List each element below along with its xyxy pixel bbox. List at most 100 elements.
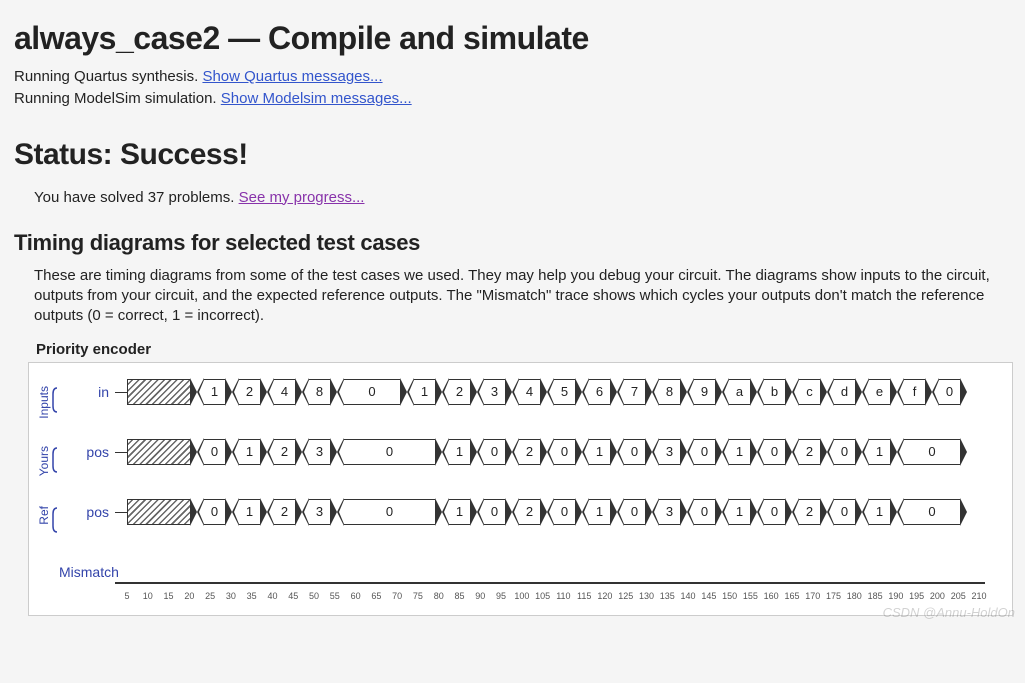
wave-segment: c bbox=[799, 379, 820, 405]
time-tick: 50 bbox=[309, 591, 319, 601]
wave-segment: 2 bbox=[274, 499, 295, 525]
wave-segment: 4 bbox=[274, 379, 295, 405]
wave-segment bbox=[127, 439, 190, 465]
timing-diagrams-heading: Timing diagrams for selected test cases bbox=[14, 230, 1011, 256]
wave-segment: 2 bbox=[519, 499, 540, 525]
wave-segment: 3 bbox=[659, 499, 680, 525]
wave-segment: 8 bbox=[309, 379, 330, 405]
wave-segment: 7 bbox=[624, 379, 645, 405]
time-tick: 165 bbox=[784, 591, 799, 601]
time-tick: 25 bbox=[205, 591, 215, 601]
time-tick: 55 bbox=[330, 591, 340, 601]
time-tick: 175 bbox=[826, 591, 841, 601]
time-tick: 40 bbox=[267, 591, 277, 601]
time-tick: 20 bbox=[184, 591, 194, 601]
wave-segment: 1 bbox=[589, 439, 610, 465]
wave-segment: 2 bbox=[799, 439, 820, 465]
time-tick: 150 bbox=[722, 591, 737, 601]
wave-segment: 6 bbox=[589, 379, 610, 405]
time-tick: 140 bbox=[681, 591, 696, 601]
timing-diagram: Inputsin12480123456789abcdef0Yourspos012… bbox=[28, 362, 1013, 616]
wave-segment: 2 bbox=[799, 499, 820, 525]
wave-segment: 1 bbox=[869, 499, 890, 525]
wave-segment: 1 bbox=[729, 439, 750, 465]
time-tick: 90 bbox=[475, 591, 485, 601]
wave-segment: 1 bbox=[414, 379, 435, 405]
wave-segment: 1 bbox=[589, 499, 610, 525]
wave-segment: 0 bbox=[624, 499, 645, 525]
wave-segment: 0 bbox=[834, 439, 855, 465]
signal-name-pos: pos bbox=[59, 444, 115, 460]
see-progress-link[interactable]: See my progress... bbox=[239, 189, 365, 206]
time-tick: 125 bbox=[618, 591, 633, 601]
time-tick: 200 bbox=[930, 591, 945, 601]
wave-segment: 0 bbox=[764, 499, 785, 525]
wave-segment: e bbox=[869, 379, 890, 405]
time-tick: 210 bbox=[971, 591, 986, 601]
wave-segment: 0 bbox=[484, 439, 505, 465]
wave-segment: 1 bbox=[449, 499, 470, 525]
wave-segment: 0 bbox=[764, 439, 785, 465]
wave-segment: 0 bbox=[904, 439, 960, 465]
time-tick: 195 bbox=[909, 591, 924, 601]
synthesis-line: Running Quartus synthesis. Show Quartus … bbox=[14, 67, 1011, 87]
wave-segment: a bbox=[729, 379, 750, 405]
watermark: CSDN @Annu-HoldOn bbox=[883, 605, 1015, 620]
wave-segment: 0 bbox=[204, 439, 225, 465]
wave-segment: 2 bbox=[239, 379, 260, 405]
wave-segment: 0 bbox=[694, 499, 715, 525]
wave-segment: 1 bbox=[869, 439, 890, 465]
time-tick: 120 bbox=[597, 591, 612, 601]
synthesis-prefix: Running Quartus synthesis. bbox=[14, 68, 202, 85]
time-tick: 170 bbox=[805, 591, 820, 601]
wave-segment: 0 bbox=[344, 439, 435, 465]
wave-segment: 0 bbox=[624, 439, 645, 465]
wave-segment: 0 bbox=[694, 439, 715, 465]
wave-segment: 1 bbox=[729, 499, 750, 525]
time-tick: 10 bbox=[143, 591, 153, 601]
time-tick: 95 bbox=[496, 591, 506, 601]
diagram-title: Priority encoder bbox=[36, 341, 1011, 358]
time-tick: 100 bbox=[514, 591, 529, 601]
mismatch-track bbox=[115, 582, 985, 584]
wave-track: 0123010201030102010 bbox=[115, 499, 985, 525]
wave-segment: 3 bbox=[309, 499, 330, 525]
wave-segment: 1 bbox=[204, 379, 225, 405]
wave-segment: 8 bbox=[659, 379, 680, 405]
signal-name-in: in bbox=[59, 384, 115, 400]
time-tick: 105 bbox=[535, 591, 550, 601]
time-tick: 190 bbox=[888, 591, 903, 601]
time-tick: 130 bbox=[639, 591, 654, 601]
show-modelsim-link[interactable]: Show Modelsim messages... bbox=[221, 90, 412, 107]
show-quartus-link[interactable]: Show Quartus messages... bbox=[202, 68, 382, 85]
wave-segment: f bbox=[904, 379, 925, 405]
signal-row-inputs-in: Inputsin12480123456789abcdef0 bbox=[29, 377, 1012, 407]
wave-segment: 5 bbox=[554, 379, 575, 405]
mismatch-row: Mismatch bbox=[29, 557, 1012, 587]
time-tick: 5 bbox=[124, 591, 129, 601]
wave-segment: 3 bbox=[484, 379, 505, 405]
time-tick: 155 bbox=[743, 591, 758, 601]
time-tick: 115 bbox=[577, 591, 591, 601]
time-tick: 205 bbox=[951, 591, 966, 601]
time-tick: 35 bbox=[247, 591, 257, 601]
wave-segment: 0 bbox=[204, 499, 225, 525]
wave-segment bbox=[127, 379, 190, 405]
time-axis: 5101520253035404550556065707580859095100… bbox=[115, 591, 985, 607]
time-tick: 135 bbox=[660, 591, 675, 601]
wave-segment: 0 bbox=[834, 499, 855, 525]
wave-segment: d bbox=[834, 379, 855, 405]
wave-segment: 4 bbox=[519, 379, 540, 405]
wave-segment: 2 bbox=[274, 439, 295, 465]
time-tick: 145 bbox=[701, 591, 716, 601]
wave-segment: 1 bbox=[449, 439, 470, 465]
wave-segment: 0 bbox=[344, 379, 400, 405]
mismatch-label: Mismatch bbox=[59, 564, 115, 580]
wave-segment: 0 bbox=[554, 499, 575, 525]
simulation-line: Running ModelSim simulation. Show Models… bbox=[14, 89, 1011, 109]
time-tick: 160 bbox=[764, 591, 779, 601]
wave-track: 12480123456789abcdef0 bbox=[115, 379, 985, 405]
wave-segment: 2 bbox=[449, 379, 470, 405]
wave-segment: 3 bbox=[659, 439, 680, 465]
wave-segment: 2 bbox=[519, 439, 540, 465]
